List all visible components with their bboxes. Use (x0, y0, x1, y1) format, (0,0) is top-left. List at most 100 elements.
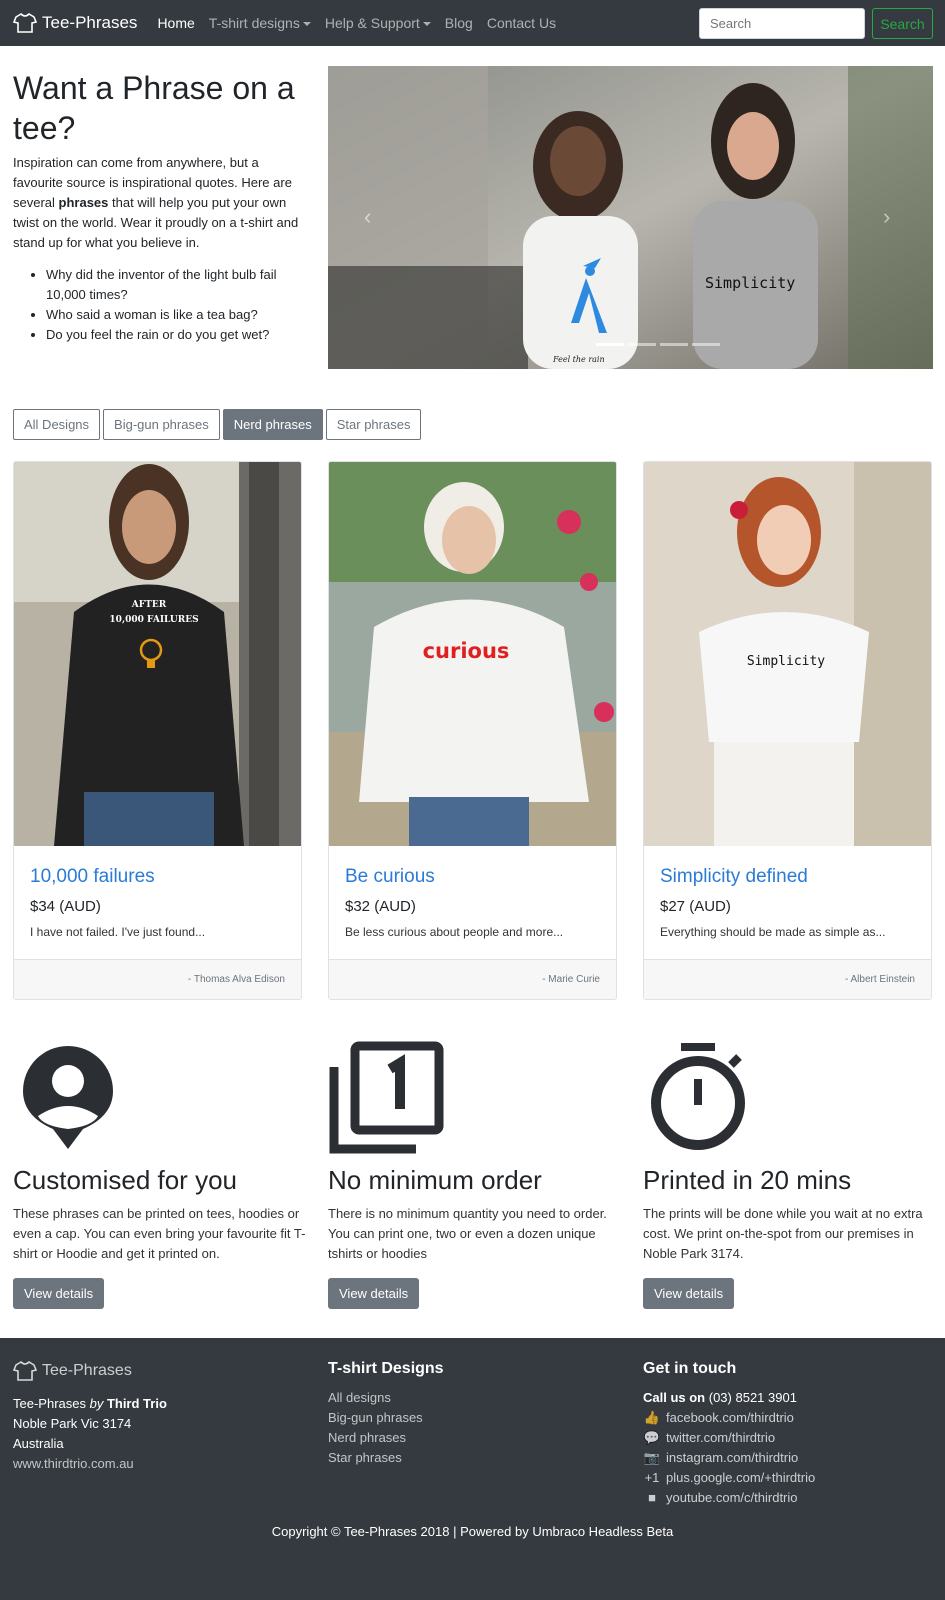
product-author: - Thomas Alva Edison (14, 959, 301, 999)
feature-text: The prints will be done while you wait a… (643, 1206, 923, 1261)
feature-customised: Customised for you These phrases can be … (13, 1041, 308, 1309)
shirt-print-line2: 10,000 FAILURES (109, 615, 198, 625)
brand-link[interactable]: Tee-Phrases (13, 12, 137, 34)
nav-tshirt-designs-label: T-shirt designs (208, 15, 300, 31)
view-details-button[interactable]: View details (328, 1278, 420, 1309)
footer-address-line: Australia (13, 1436, 64, 1451)
woman-white-tee-photo: Simplicity (644, 462, 931, 846)
product-quote: Be less curious about people and more... (345, 925, 564, 939)
copyright: Copyright © Tee-Phrases 2018 | Powered b… (271, 1524, 674, 1539)
search-input[interactable] (699, 8, 865, 39)
footer-brand-name: Tee-Phrases (42, 1362, 132, 1379)
social-label: facebook.com/thirdtrio (666, 1410, 794, 1425)
footer-designs: T-shirt Designs All designs Big-gun phra… (328, 1360, 444, 1468)
carousel-photo: Feel the rain Simplicity (328, 66, 933, 369)
footer-website-link[interactable]: www.thirdtrio.com.au (13, 1454, 167, 1474)
product-image[interactable]: curious (329, 462, 616, 846)
chevron-down-icon (422, 22, 431, 27)
tshirt-logo-icon (13, 1360, 37, 1381)
hero-bullet: Why did the inventor of the light bulb f… (46, 265, 306, 305)
filter-big-gun[interactable]: Big-gun phrases (103, 409, 220, 440)
product-card: Simplicity Simplicity defined $27 (AUD) … (643, 461, 932, 1000)
social-facebook[interactable]: 👍 facebook.com/thirdtrio (643, 1408, 815, 1428)
nav-help-support-label: Help & Support (324, 15, 420, 31)
nav-home[interactable]: Home (157, 15, 194, 31)
carousel-indicator[interactable] (596, 343, 624, 346)
feature-title: No minimum order (328, 1165, 542, 1195)
view-details-button[interactable]: View details (13, 1278, 105, 1309)
shirt-print-text: Simplicity (705, 274, 795, 292)
feature-no-minimum: No minimum order There is no minimum qua… (328, 1041, 623, 1309)
product-card: curious Be curious $32 (AUD) Be less cur… (328, 461, 617, 1000)
footer-address-line: Noble Park Vic 3174 (13, 1416, 132, 1431)
product-author: - Marie Curie (329, 959, 616, 999)
footer-company-name: Third Trio (103, 1396, 167, 1411)
tshirt-logo-icon (13, 12, 37, 33)
footer-phone: Call us on (03) 8521 3901 (643, 1388, 815, 1408)
social-instagram[interactable]: 📷 instagram.com/thirdtrio (643, 1448, 815, 1468)
product-quote: I have not failed. I've just found... (30, 925, 206, 939)
product-image[interactable]: Simplicity (644, 462, 931, 846)
social-youtube[interactable]: ■ youtube.com/c/thirdtrio (643, 1488, 815, 1508)
shirt-print-text: Simplicity (747, 654, 825, 669)
social-label: plus.google.com/+thirdtrio (666, 1470, 816, 1485)
carousel-indicator[interactable] (628, 343, 656, 346)
product-title[interactable]: 10,000 failures (30, 866, 285, 888)
carousel-prev-icon[interactable]: ‹ (364, 204, 371, 230)
chat-icon: 💬 (643, 1430, 661, 1445)
video-icon: ■ (648, 1490, 656, 1505)
view-details-button[interactable]: View details (643, 1278, 735, 1309)
social-label: youtube.com/c/thirdtrio (666, 1490, 798, 1505)
user-location-icon (13, 1041, 308, 1151)
feature-title: Printed in 20 mins (643, 1165, 852, 1195)
footer-link-big-gun[interactable]: Big-gun phrases (328, 1408, 444, 1428)
footer-link-all-designs[interactable]: All designs (328, 1388, 444, 1408)
footer-link-star[interactable]: Star phrases (328, 1448, 444, 1468)
hero-bullet: Do you feel the rain or do you get wet? (46, 325, 306, 345)
hero-carousel[interactable]: Feel the rain Simplicity ‹ › (328, 66, 933, 369)
timer-icon (643, 1041, 938, 1151)
social-google-plus[interactable]: +1 plus.google.com/+thirdtrio (643, 1468, 816, 1488)
carousel-next-icon[interactable]: › (883, 204, 890, 230)
navbar: Tee-Phrases Home T-shirt designs Help & … (0, 0, 945, 46)
product-title[interactable]: Be curious (345, 866, 600, 888)
footer-phone-number[interactable]: (03) 8521 3901 (709, 1390, 797, 1405)
footer-link-nerd[interactable]: Nerd phrases (328, 1428, 444, 1448)
shirt-caption-text: Feel the rain (552, 355, 605, 364)
man-black-shirt-photo: AFTER 10,000 FAILURES (14, 462, 301, 846)
nav-help-support[interactable]: Help & Support (325, 15, 431, 31)
woman-white-sweater-photo: curious (329, 462, 616, 846)
filter-group: All Designs Big-gun phrases Nerd phrases… (13, 409, 422, 440)
filter-star[interactable]: Star phrases (325, 409, 422, 440)
filter-all-designs[interactable]: All Designs (13, 409, 101, 440)
hero-bullets: Why did the inventor of the light bulb f… (46, 265, 306, 345)
feature-printed-fast: Printed in 20 mins The prints will be do… (643, 1041, 938, 1309)
footer-contact-heading: Get in touch (643, 1360, 737, 1377)
footer-brand[interactable]: Tee-Phrases (13, 1360, 167, 1382)
product-price: $34 (AUD) (30, 898, 101, 915)
social-label: twitter.com/thirdtrio (666, 1430, 776, 1445)
carousel-indicator[interactable] (692, 343, 720, 346)
footer-company: Tee-Phrases by Third Trio (13, 1394, 167, 1414)
product-title[interactable]: Simplicity defined (660, 866, 915, 888)
footer-company-prefix: Tee-Phrases (13, 1396, 90, 1411)
filter-nerd[interactable]: Nerd phrases (222, 409, 323, 440)
carousel-indicator[interactable] (660, 343, 688, 346)
product-card: AFTER 10,000 FAILURES 10,000 failures $3… (13, 461, 302, 1000)
brand-name: Tee-Phrases (42, 13, 138, 32)
footer-designs-heading: T-shirt Designs (328, 1360, 444, 1377)
camera-icon: 📷 (643, 1450, 661, 1465)
search-button[interactable]: Search (872, 8, 933, 39)
product-quote: Everything should be made as simple as..… (660, 925, 886, 939)
social-twitter[interactable]: 💬 twitter.com/thirdtrio (643, 1428, 815, 1448)
footer-company-by: by (89, 1396, 104, 1411)
feature-text: There is no minimum quantity you need to… (328, 1206, 607, 1261)
product-image[interactable]: AFTER 10,000 FAILURES (14, 462, 301, 846)
nav-blog[interactable]: Blog (445, 15, 473, 31)
nav-tshirt-designs[interactable]: T-shirt designs (209, 15, 311, 31)
shirt-print-text: curious (423, 639, 510, 663)
nav-contact[interactable]: Contact Us (487, 15, 556, 31)
feature-title: Customised for you (13, 1165, 237, 1195)
shirt-print-line1: AFTER (131, 600, 167, 610)
social-label: instagram.com/thirdtrio (666, 1450, 799, 1465)
